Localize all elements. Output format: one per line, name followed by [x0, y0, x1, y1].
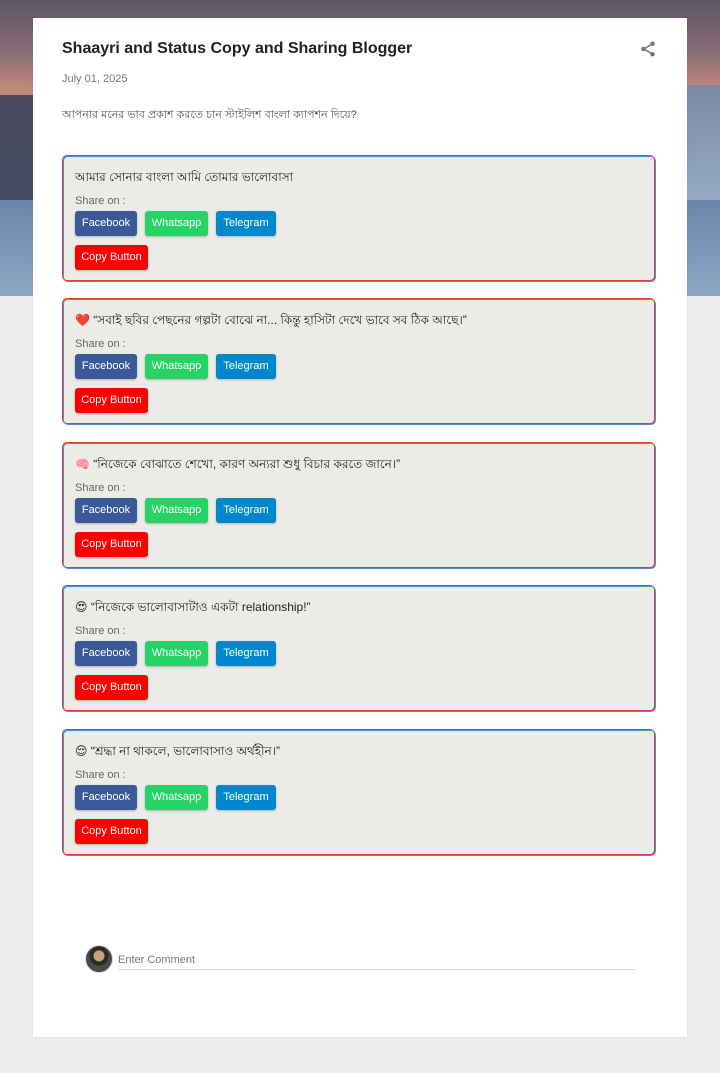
- telegram-share-button[interactable]: Telegram: [216, 785, 276, 810]
- quote-text: 🧠 “নিজেকে বোঝাতে শেখো, কারণ অন্যরা শুধু …: [75, 457, 401, 471]
- quote-text: 😍 “নিজেকে ভালোবাসাটাও একটা relationship!…: [75, 600, 311, 614]
- comment-input[interactable]: [118, 951, 636, 970]
- user-avatar[interactable]: [85, 945, 113, 973]
- quote-text: 😌 “শ্রদ্ধা না থাকলে, ভালোবাসাও অর্থহীন।”: [75, 744, 280, 758]
- facebook-share-button[interactable]: Facebook: [75, 211, 137, 236]
- quote-text: আমার সোনার বাংলা আমি তোমার ভালোবাসা: [75, 170, 294, 184]
- post-date[interactable]: July 01, 2025: [62, 73, 127, 85]
- quote-box: ❤️ “সবাই ছবির পেছনের গল্পটা বোঝে না... ক…: [62, 298, 655, 424]
- share-on-label: Share on :: [75, 769, 126, 781]
- post-intro: আপনার মনের ভাব প্রকাশ করতে চান স্টাইলিশ …: [62, 109, 357, 121]
- post-title[interactable]: Shaayri and Status Copy and Sharing Blog…: [62, 40, 412, 58]
- telegram-share-button[interactable]: Telegram: [216, 498, 276, 523]
- copy-button[interactable]: Copy Button: [75, 388, 148, 413]
- facebook-share-button[interactable]: Facebook: [75, 498, 137, 523]
- whatsapp-share-button[interactable]: Whatsapp: [145, 498, 208, 523]
- share-on-label: Share on :: [75, 482, 126, 494]
- telegram-share-button[interactable]: Telegram: [216, 641, 276, 666]
- whatsapp-share-button[interactable]: Whatsapp: [145, 785, 208, 810]
- share-on-label: Share on :: [75, 625, 126, 637]
- post-card: Shaayri and Status Copy and Sharing Blog…: [33, 18, 687, 1037]
- whatsapp-share-button[interactable]: Whatsapp: [145, 211, 208, 236]
- quote-box: 😍 “নিজেকে ভালোবাসাটাও একটা relationship!…: [62, 585, 655, 711]
- quote-box: 🧠 “নিজেকে বোঝাতে শেখো, কারণ অন্যরা শুধু …: [62, 442, 655, 568]
- whatsapp-share-button[interactable]: Whatsapp: [145, 354, 208, 379]
- quote-text: ❤️ “সবাই ছবির পেছনের গল্পটা বোঝে না... ক…: [75, 313, 467, 327]
- facebook-share-button[interactable]: Facebook: [75, 641, 137, 666]
- facebook-share-button[interactable]: Facebook: [75, 785, 137, 810]
- copy-button[interactable]: Copy Button: [75, 532, 148, 557]
- copy-button[interactable]: Copy Button: [75, 819, 148, 844]
- quote-box: আমার সোনার বাংলা আমি তোমার ভালোবাসা Shar…: [62, 155, 655, 281]
- telegram-share-button[interactable]: Telegram: [216, 211, 276, 236]
- share-icon[interactable]: [639, 40, 657, 58]
- facebook-share-button[interactable]: Facebook: [75, 354, 137, 379]
- quote-box: 😌 “শ্রদ্ধা না থাকলে, ভালোবাসাও অর্থহীন।”…: [62, 729, 655, 855]
- telegram-share-button[interactable]: Telegram: [216, 354, 276, 379]
- share-on-label: Share on :: [75, 338, 126, 350]
- copy-button[interactable]: Copy Button: [75, 245, 148, 270]
- copy-button[interactable]: Copy Button: [75, 675, 148, 700]
- whatsapp-share-button[interactable]: Whatsapp: [145, 641, 208, 666]
- comment-row: [85, 945, 637, 973]
- share-on-label: Share on :: [75, 195, 126, 207]
